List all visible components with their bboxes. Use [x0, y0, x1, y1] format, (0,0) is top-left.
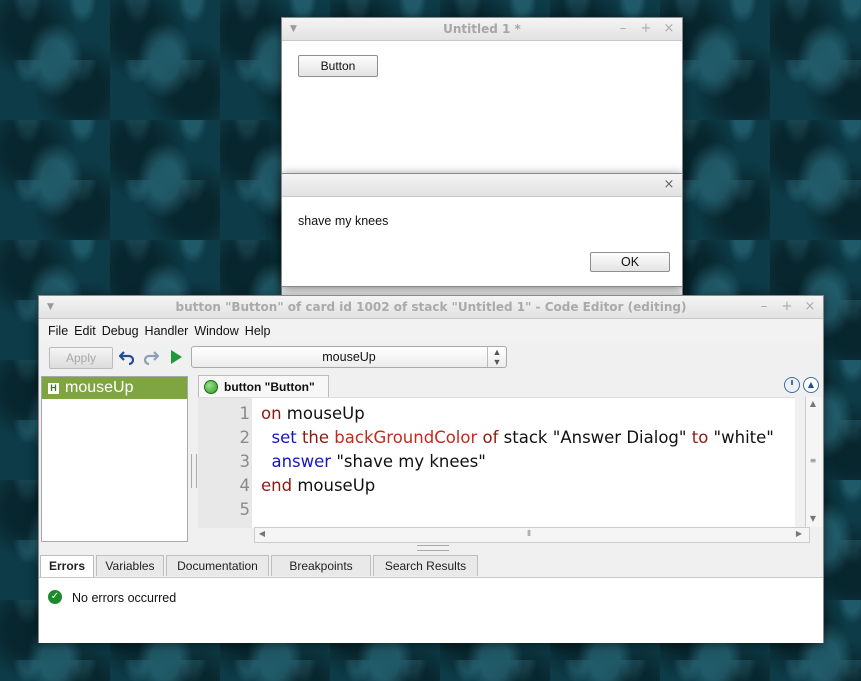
stack-title: Untitled 1 * [443, 22, 521, 36]
apply-button[interactable]: Apply [49, 347, 113, 369]
object-tab-label: button "Button" [224, 379, 315, 394]
status-message: No errors occurred [72, 591, 177, 605]
errors-pane: ✓ No errors occurred [39, 577, 823, 643]
code-line[interactable]: on mouseUp [261, 402, 365, 426]
line-number: 1 [239, 404, 251, 423]
code-area[interactable]: 1 on mouseUp 2 set the backGroundColor of … [198, 397, 795, 528]
toolbar: Apply mouseUp ▲ ▼ [39, 343, 823, 371]
line-number: 5 [239, 500, 251, 519]
handler-list-item[interactable]: H mouseUp [42, 377, 187, 399]
minimize-icon[interactable]: – [757, 296, 771, 318]
code-token: of [477, 428, 499, 447]
dialog-titlebar[interactable]: × [282, 174, 682, 197]
maximize-icon[interactable]: + [639, 18, 653, 40]
redo-icon[interactable] [142, 347, 160, 367]
menu-edit[interactable]: Edit [74, 324, 96, 338]
code-line[interactable]: end mouseUp [261, 474, 375, 498]
tab-breakpoints[interactable]: Breakpoints [271, 555, 371, 576]
handler-list: H mouseUp [41, 376, 188, 542]
horizontal-scrollbar[interactable]: ◀ ⦀ ▶ [254, 527, 810, 543]
scroll-grip-icon[interactable]: ≡ [807, 455, 819, 467]
code-token: end [261, 476, 293, 495]
code-token: mouseUp [292, 476, 376, 495]
code-line[interactable]: set the backGroundColor of stack "Answer… [261, 426, 774, 450]
close-icon[interactable]: × [803, 296, 817, 318]
bottom-tab-bar: Errors Variables Documentation Breakpoin… [40, 555, 480, 577]
handler-item-label: mouseUp [65, 379, 134, 396]
code-line[interactable]: answer "shave my knees" [261, 450, 486, 474]
stack-titlebar[interactable]: ▼ Untitled 1 * – + × [282, 18, 682, 41]
vertical-scrollbar[interactable]: ▲ ≡ ▼ [805, 397, 822, 527]
code-token: mouseUp [281, 404, 365, 423]
code-token: answer [261, 452, 332, 471]
tab-variables[interactable]: Variables [96, 555, 164, 576]
dialog-message: shave my knees [298, 214, 389, 228]
minimize-icon[interactable]: – [616, 18, 630, 40]
line-number: 3 [239, 452, 251, 471]
status-dot-icon [204, 379, 218, 394]
check-icon: ✓ [48, 590, 62, 604]
answer-dialog: × shave my knees OK [281, 173, 683, 287]
menu-bar: File Edit Debug Handler Window Help [39, 319, 823, 343]
editor-title: button "Button" of card id 1002 of stack… [175, 300, 687, 314]
pane-splitter[interactable] [191, 454, 197, 488]
scroll-right-icon[interactable]: ▶ [793, 528, 805, 540]
handler-select-value: mouseUp [322, 350, 376, 364]
collapse-icon[interactable]: ▲ [803, 377, 819, 393]
code-token: stack "Answer Dialog" [498, 428, 692, 447]
window-menu-icon[interactable]: ▼ [47, 296, 54, 318]
script-tab-bar: button "Button" ▲ [198, 375, 822, 397]
ok-button[interactable]: OK [590, 252, 670, 272]
menu-file[interactable]: File [48, 324, 68, 338]
handler-badge-icon: H [48, 382, 59, 394]
menu-handler[interactable]: Handler [145, 324, 189, 338]
pane-divider-handle[interactable] [417, 545, 449, 551]
code-token: on [261, 404, 282, 423]
scroll-down-icon[interactable]: ▼ [807, 513, 819, 525]
menu-window[interactable]: Window [194, 324, 238, 338]
run-icon[interactable] [167, 347, 185, 367]
scroll-left-icon[interactable]: ◀ [256, 528, 268, 540]
code-token: set [261, 428, 297, 447]
tab-documentation[interactable]: Documentation [166, 555, 269, 576]
scroll-grip-icon[interactable]: ⦀ [523, 528, 535, 540]
tab-errors[interactable]: Errors [40, 555, 94, 577]
code-token: "white" [708, 428, 774, 447]
code-editor-window: ▼ button "Button" of card id 1002 of sta… [38, 295, 824, 643]
code-token: backGroundColor [329, 428, 478, 447]
code-token: the [296, 428, 330, 447]
menu-help[interactable]: Help [245, 324, 271, 338]
handler-select[interactable]: mouseUp ▲ ▼ [191, 346, 507, 368]
code-token: to [691, 428, 709, 447]
editor-titlebar[interactable]: ▼ button "Button" of card id 1002 of sta… [39, 296, 823, 319]
maximize-icon[interactable]: + [780, 296, 794, 318]
menu-debug[interactable]: Debug [102, 324, 139, 338]
history-clock-icon[interactable] [784, 377, 800, 393]
close-icon[interactable]: × [662, 18, 676, 40]
stack-button[interactable]: Button [298, 55, 378, 77]
close-icon[interactable]: × [662, 174, 676, 196]
window-menu-icon[interactable]: ▼ [290, 18, 297, 40]
line-number: 2 [239, 428, 251, 447]
select-arrows-icon: ▲ ▼ [487, 347, 506, 367]
line-number: 4 [239, 476, 251, 495]
scroll-up-icon[interactable]: ▲ [807, 398, 819, 410]
undo-icon[interactable] [118, 347, 136, 367]
object-tab[interactable]: button "Button" [198, 375, 329, 397]
code-token: "shave my knees" [331, 452, 486, 471]
tab-search-results[interactable]: Search Results [373, 555, 478, 576]
